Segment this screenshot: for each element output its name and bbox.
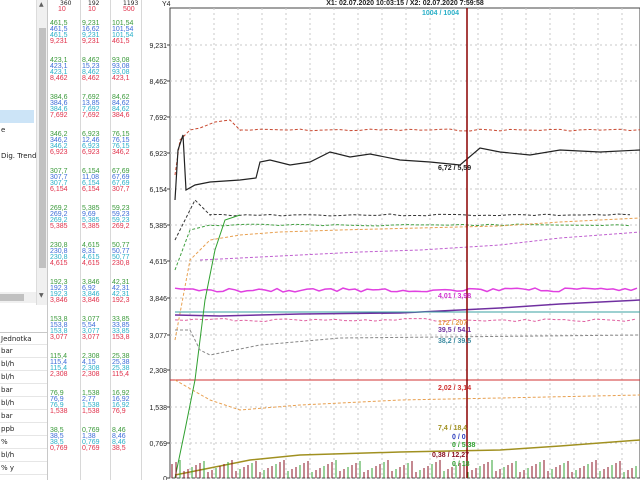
cursor-value-label: 0,38 / 12,27	[432, 452, 469, 459]
y-tick-label: 7,692	[149, 115, 167, 122]
cursor-value-label: 0 / 5,38	[452, 442, 475, 449]
cursor-value-label: 4,01 / 3,98	[438, 293, 471, 300]
y-tick-label: 0,769	[149, 441, 167, 448]
trend-viewer: e Dig. Trendy ▲ ▼ Jednotka bar bl/h bl/h ba…	[0, 0, 640, 480]
y-axis-label: Y4	[162, 1, 171, 8]
y-tick-label: 8,462	[149, 79, 167, 86]
y-tick-label: 1,538	[149, 405, 167, 412]
y-tick-label: 4,615	[149, 259, 167, 266]
y-tick-label: 9,231	[149, 43, 167, 50]
y-tick-label: 3,846	[149, 296, 167, 303]
trend-chart[interactable]: 9,231 8,462 7,692 6,923 6,154 5,385 4,615 3,846…	[0, 0, 640, 480]
cursor-time-header: X1: 02.07.2020 10:03:15 / X2: 02.07.2020…	[326, 0, 484, 7]
cursor-value-label: 0 / 18	[452, 461, 470, 468]
cursor-value-label: 38,2 / 39,5	[438, 338, 471, 345]
cursor-value-label: 6,72 / 5,59	[438, 165, 471, 172]
y-tick-label: 2,308	[149, 368, 167, 375]
y-tick-label: 3,077	[149, 333, 167, 340]
cursor-value-label: 172 / 207	[438, 320, 467, 327]
cursor-value-label: 7,4 / 18,4	[438, 425, 467, 432]
cursor-value-label: 0 / 0	[452, 434, 466, 441]
y-tick-label: 6,154	[149, 187, 167, 194]
cursor-value-label: 1004 / 1004	[422, 10, 459, 17]
y-tick-label: 0	[163, 476, 167, 480]
y-tick-label: 5,385	[149, 223, 167, 230]
cursor-value-label: 39,5 / 54,1	[438, 327, 471, 334]
cursor-value-label: 2,02 / 3,14	[438, 385, 471, 392]
y-tick-label: 6,923	[149, 151, 167, 158]
